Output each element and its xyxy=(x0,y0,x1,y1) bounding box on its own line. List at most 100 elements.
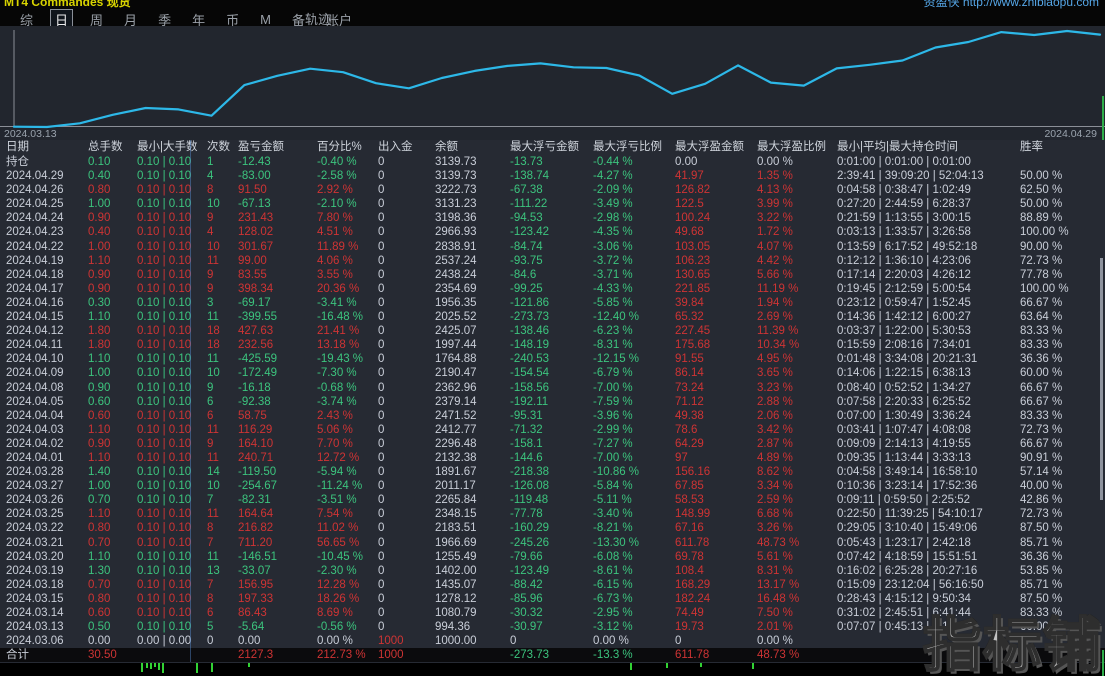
table-row[interactable]: 持仓 0.10 0.10 | 0.10 1 -12.43 -0.40 % 0 3139.73 -… xyxy=(0,155,1105,169)
cell-win-rate: 53.85 % xyxy=(1020,564,1063,577)
table-row[interactable]: 2024.04.22 1.00 0.10 | 0.10 10 301.67 11.89 %… xyxy=(0,240,1105,254)
cell-hold-time: 0:15:59 | 2:08:16 | 7:34:01 xyxy=(837,339,971,352)
table-row[interactable]: 2024.03.26 0.70 0.10 | 0.10 7 -82.31 -3.51 % 0… xyxy=(0,493,1105,507)
table-row[interactable]: 2024.03.18 0.70 0.10 | 0.10 7 156.95 12.28 % 0… xyxy=(0,578,1105,592)
daily-stats-table: 日期 总手数 最小|大手数 次数 盈亏金额 百分比% 出入金 余额 最大浮亏金额 最大浮亏比例 最大… xyxy=(0,140,1105,676)
cell-lots: 1.10 xyxy=(88,254,111,267)
table-row[interactable]: 2024.03.21 0.70 0.10 | 0.10 7 711.20 56.65 % 0… xyxy=(0,536,1105,550)
cell-pnl: 86.43 xyxy=(238,607,267,619)
cell-date: 2024.04.22 xyxy=(6,240,64,253)
table-row[interactable]: 2024.04.24 0.90 0.10 | 0.10 9 231.43 7.80 % 0 3… xyxy=(0,211,1105,225)
col-header-times[interactable]: 次数 xyxy=(207,140,235,155)
col-header-pnl[interactable]: 盈亏金额 xyxy=(238,140,314,155)
cell-max-float-loss-pct: -3.12 % xyxy=(593,621,633,634)
table-row[interactable]: 2024.04.15 1.10 0.10 | 0.10 11 -399.55 -16.48… xyxy=(0,310,1105,324)
table-row[interactable]: 2024.04.25 1.00 0.10 | 0.10 10 -67.13 -2.10 %… xyxy=(0,197,1105,211)
cell-max-float-loss: -121.86 xyxy=(510,296,550,309)
cell-max-float-loss-pct: -10.86 % xyxy=(593,466,640,479)
table-row[interactable]: 2024.04.04 0.60 0.10 | 0.10 6 58.75 2.43 % 0 24… xyxy=(0,409,1105,423)
cell-percent: 21.41 % xyxy=(317,325,360,338)
equity-curve-chart[interactable]: 2024.03.13 2024.04.29 xyxy=(0,26,1105,140)
col-header-in-out[interactable]: 出入金 xyxy=(378,140,432,155)
table-row[interactable]: 2024.03.22 0.80 0.10 | 0.10 8 216.82 11.02 % 0… xyxy=(0,521,1105,535)
table-row[interactable]: 2024.04.09 1.00 0.10 | 0.10 10 -172.49 -7.30 … xyxy=(0,366,1105,380)
table-row[interactable]: 2024.03.27 1.00 0.10 | 0.10 10 -254.67 -11.24… xyxy=(0,479,1105,493)
table-row[interactable]: 2024.03.19 1.30 0.10 | 0.10 13 -33.07 -2.30 %… xyxy=(0,564,1105,578)
cell-in-out: 0 xyxy=(378,367,385,380)
cell-times: 11 xyxy=(207,311,219,324)
col-header-max-float-profit[interactable]: 最大浮盈金额 xyxy=(675,140,753,155)
cell-pnl: 128.02 xyxy=(238,226,274,239)
table-row[interactable]: 2024.03.20 1.10 0.10 | 0.10 11 -146.51 -10.45… xyxy=(0,550,1105,564)
vertical-scrollbar-thumb[interactable] xyxy=(1100,258,1103,500)
table-row[interactable]: 2024.04.16 0.30 0.10 | 0.10 3 -69.17 -3.41 % 0… xyxy=(0,296,1105,310)
cell-times: 11 xyxy=(207,451,219,464)
col-header-date[interactable]: 日期 xyxy=(6,140,86,155)
col-header-percent[interactable]: 百分比% xyxy=(317,140,375,155)
cell-max-float-profit-pct: 2.59 % xyxy=(757,494,793,507)
cell-max-float-loss: -138.74 xyxy=(510,170,550,183)
cell-max-float-loss: -273.73 xyxy=(510,311,550,324)
col-header-hold-time[interactable]: 最小|平均|最大持仓时间 xyxy=(837,140,1017,155)
col-header-min-max-lots[interactable]: 最小|大手数 xyxy=(137,140,205,155)
menu-tab-周[interactable]: 周 xyxy=(86,10,107,26)
cell-pnl: 2127.3 xyxy=(238,649,274,662)
table-row[interactable]: 2024.04.18 0.90 0.10 | 0.10 9 83.55 3.55 % 0 24… xyxy=(0,268,1105,282)
table-row[interactable]: 2024.04.11 1.80 0.10 | 0.10 18 232.56 13.18 %… xyxy=(0,338,1105,352)
cell-balance: 1402.00 xyxy=(435,564,477,577)
table-row[interactable]: 2024.03.25 1.10 0.10 | 0.10 11 164.64 7.54 % 0… xyxy=(0,507,1105,521)
cell-pnl: 398.34 xyxy=(238,282,274,295)
col-header-max-float-profit-pct[interactable]: 最大浮盈比例 xyxy=(757,140,833,155)
cell-date: 2024.04.19 xyxy=(6,254,64,267)
table-row[interactable]: 2024.03.28 1.40 0.10 | 0.10 14 -119.50 -5.94 … xyxy=(0,465,1105,479)
table-row[interactable]: 2024.04.03 1.10 0.10 | 0.10 11 116.29 5.06 % 0… xyxy=(0,423,1105,437)
cell-percent: -3.41 % xyxy=(317,296,357,309)
cell-max-float-loss-pct: -3.40 % xyxy=(593,508,633,521)
cell-max-float-profit-pct: 3.34 % xyxy=(757,480,793,493)
cell-max-float-profit-pct: 8.62 % xyxy=(757,466,793,479)
menu-tab-月[interactable]: 月 xyxy=(120,10,141,26)
col-header-max-float-loss[interactable]: 最大浮亏金额 xyxy=(510,140,590,155)
mini-bar xyxy=(630,662,632,670)
cell-balance: 1080.79 xyxy=(435,607,477,619)
cell-date: 2024.04.15 xyxy=(6,311,64,324)
table-row[interactable]: 2024.04.05 0.60 0.10 | 0.10 6 -92.38 -3.74 % 0… xyxy=(0,395,1105,409)
clipped-url-text: 资盈侠 http://www.zhibiaopu.com xyxy=(923,0,1099,9)
cell-percent: 7.70 % xyxy=(317,437,353,450)
table-header-row: 日期 总手数 最小|大手数 次数 盈亏金额 百分比% 出入金 余额 最大浮亏金额 最大浮亏比例 最大… xyxy=(0,140,1105,155)
cell-max-float-profit-pct: 5.61 % xyxy=(757,550,793,563)
menu-tab-综[interactable]: 综 xyxy=(16,10,37,26)
col-header-win-rate[interactable]: 胜率 xyxy=(1020,140,1100,155)
table-row[interactable]: 2024.04.08 0.90 0.10 | 0.10 9 -16.18 -0.68 % 0… xyxy=(0,381,1105,395)
col-header-balance[interactable]: 余额 xyxy=(435,140,509,155)
cell-pnl: 231.43 xyxy=(238,212,274,225)
table-row[interactable]: 2024.04.10 1.10 0.10 | 0.10 11 -425.59 -19.43… xyxy=(0,352,1105,366)
table-row[interactable]: 2024.04.01 1.10 0.10 | 0.10 11 240.71 12.72 %… xyxy=(0,451,1105,465)
table-row[interactable]: 2024.04.02 0.90 0.10 | 0.10 9 164.10 7.70 % 0 2… xyxy=(0,437,1105,451)
cell-max-float-loss: -126.08 xyxy=(510,480,550,493)
cell-pnl: -69.17 xyxy=(238,296,271,309)
table-row[interactable]: 2024.04.17 0.90 0.10 | 0.10 9 398.34 20.36 % 0… xyxy=(0,282,1105,296)
menu-tab-季[interactable]: 季 xyxy=(154,10,175,26)
cell-max-float-profit-pct: 5.66 % xyxy=(757,268,793,281)
menu-item-trail[interactable]: 轨迹 xyxy=(305,9,331,26)
edge-tick xyxy=(1102,96,1104,140)
menu-tab-M[interactable]: M xyxy=(256,12,275,26)
table-row[interactable]: 2024.04.19 1.10 0.10 | 0.10 11 99.00 4.06 % 0 2… xyxy=(0,254,1105,268)
cell-in-out: 0 xyxy=(378,607,385,619)
table-row[interactable]: 2024.04.12 1.80 0.10 | 0.10 18 427.63 21.41 %… xyxy=(0,324,1105,338)
cell-max-float-profit: 64.29 xyxy=(675,437,704,450)
menu-tab-币[interactable]: 币 xyxy=(222,10,243,26)
col-header-max-float-loss-pct[interactable]: 最大浮亏比例 xyxy=(593,140,671,155)
cell-in-out: 0 xyxy=(378,268,385,281)
table-row[interactable]: 2024.04.29 0.40 0.10 | 0.10 4 -83.00 -2.58 % 0… xyxy=(0,169,1105,183)
cell-percent: -2.30 % xyxy=(317,564,357,577)
cell-times: 9 xyxy=(207,282,214,295)
cell-max-float-profit-pct: 3.42 % xyxy=(757,423,793,436)
menu-tab-年[interactable]: 年 xyxy=(188,10,209,26)
table-row[interactable]: 2024.04.26 0.80 0.10 | 0.10 8 91.50 2.92 % 0 32… xyxy=(0,183,1105,197)
table-row[interactable]: 2024.04.23 0.40 0.10 | 0.10 4 128.02 4.51 % 0 2… xyxy=(0,225,1105,239)
menu-tab-日[interactable]: 日 xyxy=(50,9,74,26)
cell-lots: 1.10 xyxy=(88,311,111,324)
col-header-lots[interactable]: 总手数 xyxy=(88,140,134,155)
